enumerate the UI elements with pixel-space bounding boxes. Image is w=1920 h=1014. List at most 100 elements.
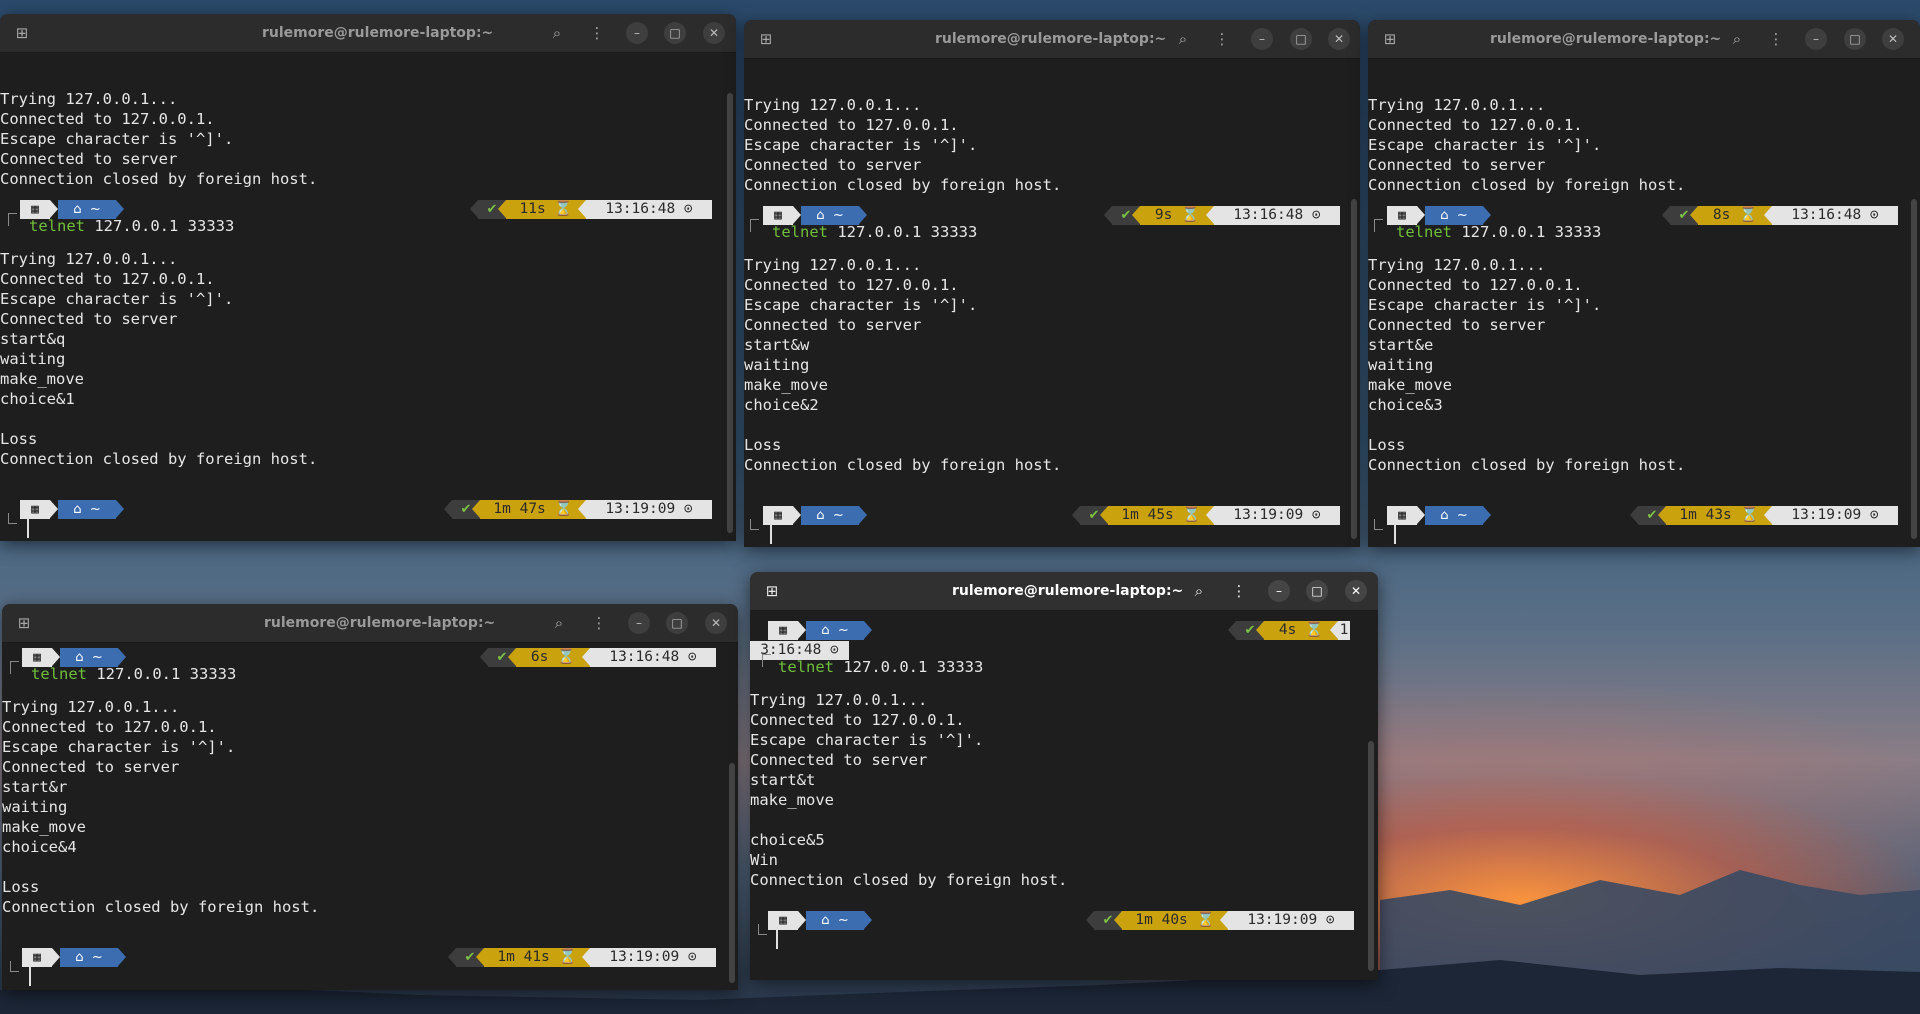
terminal-window-4[interactable]: ⊞ rulemore@rulemore-laptop:~ ⌕ ⋮ – □ ✕ ▦… xyxy=(2,604,738,990)
output-line: Trying 127.0.0.1... xyxy=(1368,256,1546,274)
text-cursor xyxy=(29,964,31,986)
prompt-left: ▦ ⌂ ~ xyxy=(20,500,130,519)
search-icon[interactable]: ⌕ xyxy=(548,612,570,634)
close-button[interactable]: ✕ xyxy=(1345,580,1367,602)
scrollbar[interactable] xyxy=(1368,741,1374,971)
new-tab-icon[interactable]: ⊞ xyxy=(761,580,783,602)
command-line: telnet 127.0.0.1 33333 xyxy=(1396,222,1601,242)
output-line: Escape character is '^]'. xyxy=(1368,296,1602,314)
command-line: telnet 127.0.0.1 33333 xyxy=(29,216,234,236)
maximize-button[interactable]: □ xyxy=(1290,28,1312,50)
text-cursor xyxy=(27,516,29,538)
close-button[interactable]: ✕ xyxy=(705,612,727,634)
terminal-output[interactable]: ▦ ⌂ ~ ✔ 6s ⌛ 13:16:48 ⊙ telnet 127.0.0.1… xyxy=(2,643,738,990)
prompt-left: ▦ ⌂ ~ xyxy=(768,621,878,640)
terminal-window-1[interactable]: ⊞ rulemore@rulemore-laptop:~ ⌕ ⋮ – □ ✕ T… xyxy=(0,14,736,541)
output-line: waiting xyxy=(0,350,66,368)
output-line: waiting xyxy=(744,356,810,374)
output-line: Connected to server xyxy=(2,758,180,776)
command-args: 127.0.0.1 33333 xyxy=(828,223,978,241)
home-icon: ⌂ xyxy=(821,913,830,928)
terminal-window-5[interactable]: ⊞ rulemore@rulemore-laptop:~ ⌕ ⋮ – □ ✕ ▦… xyxy=(750,572,1378,980)
output-line: Loss xyxy=(0,430,38,448)
menu-icon[interactable]: ⋮ xyxy=(1211,28,1233,50)
new-tab-icon[interactable]: ⊞ xyxy=(1379,28,1401,50)
output-line: choice&3 xyxy=(1368,396,1443,414)
new-tab-icon[interactable]: ⊞ xyxy=(11,22,33,44)
output-line: Connection closed by foreign host. xyxy=(0,450,318,468)
output-line: Connected to server xyxy=(744,316,922,334)
duration-segment: 4s ⌛ xyxy=(1264,621,1338,640)
new-tab-icon[interactable]: ⊞ xyxy=(755,28,777,50)
scrollbar[interactable] xyxy=(727,93,733,533)
search-icon[interactable]: ⌕ xyxy=(546,22,568,44)
terminal-output[interactable]: ▦ ⌂ ~ ✔ 4s ⌛ 1 3:16:48 ⊙ telnet 127.0.0.… xyxy=(750,611,1378,980)
command-keyword: telnet xyxy=(772,223,828,241)
output-line: waiting xyxy=(1368,356,1434,374)
tilde-label: ~ xyxy=(91,950,103,965)
scrollbar[interactable] xyxy=(1911,199,1917,539)
time-segment: 13:16:48 ⊙ xyxy=(590,648,716,667)
search-icon[interactable]: ⌕ xyxy=(1172,28,1194,50)
os-icon: ▦ xyxy=(1387,506,1417,525)
output-line: Escape character is '^]'. xyxy=(744,136,978,154)
output-line: Escape character is '^]'. xyxy=(1368,136,1602,154)
minimize-button[interactable]: – xyxy=(1251,28,1273,50)
tilde-label: ~ xyxy=(1456,208,1468,223)
command-args: 127.0.0.1 33333 xyxy=(834,658,984,676)
minimize-button[interactable]: – xyxy=(1268,580,1290,602)
minimize-button[interactable]: – xyxy=(1805,28,1827,50)
menu-icon[interactable]: ⋮ xyxy=(588,612,610,634)
output-line: Connected to 127.0.0.1. xyxy=(1368,116,1583,134)
output-line: Trying 127.0.0.1... xyxy=(1368,96,1546,114)
output-line: choice&4 xyxy=(2,838,77,856)
maximize-button[interactable]: □ xyxy=(666,612,688,634)
minimize-button[interactable]: – xyxy=(628,612,650,634)
terminal-window-2[interactable]: ⊞ rulemore@rulemore-laptop:~ ⌕ ⋮ – □ ✕ T… xyxy=(744,20,1360,547)
terminal-output[interactable]: Trying 127.0.0.1... Connected to 127.0.0… xyxy=(1368,59,1920,547)
title-bar[interactable]: ⊞ rulemore@rulemore-laptop:~ ⌕ ⋮ – □ ✕ xyxy=(2,604,738,643)
time-segment: 13:19:09 ⊙ xyxy=(590,948,716,967)
menu-icon[interactable]: ⋮ xyxy=(1228,580,1250,602)
maximize-button[interactable]: □ xyxy=(1306,580,1328,602)
home-icon: ⌂ xyxy=(821,623,830,638)
window-title: rulemore@rulemore-laptop:~ xyxy=(264,615,496,631)
minimize-button[interactable]: – xyxy=(626,22,648,44)
command-args: 127.0.0.1 33333 xyxy=(85,217,235,235)
output-line: Escape character is '^]'. xyxy=(2,738,236,756)
menu-icon[interactable]: ⋮ xyxy=(1765,28,1787,50)
duration-segment: 1m 41s ⌛ xyxy=(484,948,590,967)
output-line: Trying 127.0.0.1... xyxy=(0,90,178,108)
output-line: Connected to server xyxy=(0,150,178,168)
close-button[interactable]: ✕ xyxy=(1882,28,1904,50)
title-bar[interactable]: ⊞ rulemore@rulemore-laptop:~ ⌕ ⋮ – □ ✕ xyxy=(0,14,736,53)
output-line: waiting xyxy=(2,798,68,816)
time-segment: 13:19:09 ⊙ xyxy=(1228,911,1354,930)
window-title: rulemore@rulemore-laptop:~ xyxy=(935,31,1167,47)
output-line: make_move xyxy=(750,791,834,809)
tilde-label: ~ xyxy=(832,508,844,523)
menu-icon[interactable]: ⋮ xyxy=(586,22,608,44)
close-button[interactable]: ✕ xyxy=(1328,28,1350,50)
output-line: Loss xyxy=(1368,436,1406,454)
close-button[interactable]: ✕ xyxy=(703,22,725,44)
prompt-right: ✔ 1m 43s ⌛ 13:19:09 ⊙ xyxy=(1630,506,1898,525)
terminal-output[interactable]: Trying 127.0.0.1... Connected to 127.0.0… xyxy=(744,59,1360,547)
maximize-button[interactable]: □ xyxy=(664,22,686,44)
directory-segment: ⌂ ~ xyxy=(806,621,864,640)
new-tab-icon[interactable]: ⊞ xyxy=(13,612,35,634)
home-icon: ⌂ xyxy=(1440,508,1449,523)
title-bar[interactable]: ⊞ rulemore@rulemore-laptop:~ ⌕ ⋮ – □ ✕ xyxy=(1368,20,1920,59)
scrollbar[interactable] xyxy=(1351,199,1357,539)
title-bar[interactable]: ⊞ rulemore@rulemore-laptop:~ ⌕ ⋮ – □ ✕ xyxy=(750,572,1378,611)
scrollbar[interactable] xyxy=(729,763,735,983)
terminal-output[interactable]: Trying 127.0.0.1... Connected to 127.0.0… xyxy=(0,53,736,541)
command-line: telnet 127.0.0.1 33333 xyxy=(772,222,977,242)
output-line: Loss xyxy=(2,878,40,896)
search-icon[interactable]: ⌕ xyxy=(1726,28,1748,50)
terminal-window-3[interactable]: ⊞ rulemore@rulemore-laptop:~ ⌕ ⋮ – □ ✕ T… xyxy=(1368,20,1920,547)
title-bar[interactable]: ⊞ rulemore@rulemore-laptop:~ ⌕ ⋮ – □ ✕ xyxy=(744,20,1360,59)
output-line: make_move xyxy=(1368,376,1452,394)
maximize-button[interactable]: □ xyxy=(1844,28,1866,50)
search-icon[interactable]: ⌕ xyxy=(1188,580,1210,602)
